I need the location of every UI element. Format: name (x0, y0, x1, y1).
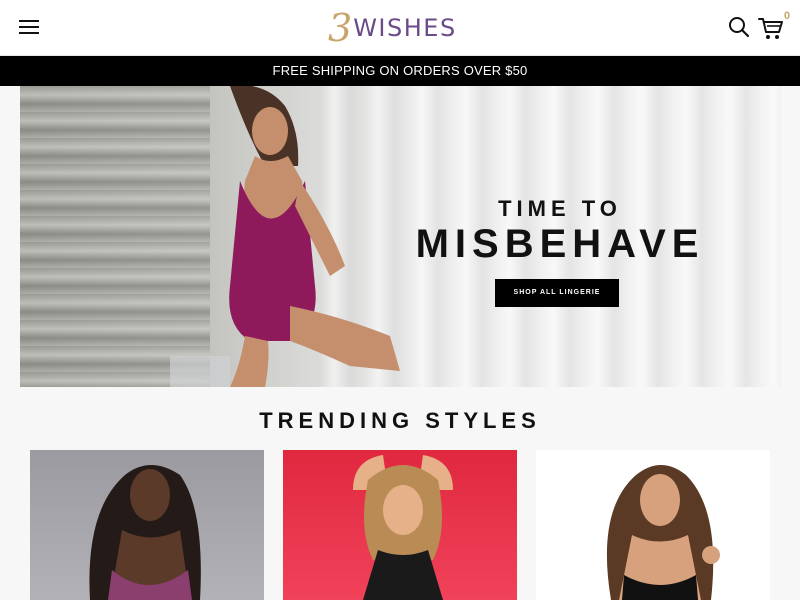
product-image-3 (606, 465, 720, 600)
shop-all-lingerie-button[interactable]: SHOP ALL LINGERIE (495, 279, 619, 307)
search-icon (729, 17, 750, 38)
hero-model-image (170, 86, 400, 387)
logo-mark: 3 (328, 6, 353, 50)
hero-heading-small: TIME TO (498, 196, 622, 221)
promo-banner[interactable]: FREE SHIPPING ON ORDERS OVER $50 (0, 56, 800, 86)
trending-product-card-1[interactable] (30, 450, 264, 600)
hamburger-menu-icon (19, 20, 39, 22)
promo-text: FREE SHIPPING ON ORDERS OVER $50 (272, 63, 528, 78)
site-header: 3 WISHES 0 (0, 0, 800, 56)
trending-product-card-3[interactable] (536, 450, 770, 600)
trending-styles-heading: TRENDING STYLES (259, 408, 541, 433)
menu-button[interactable] (18, 16, 42, 38)
trending-product-card-2[interactable] (283, 450, 517, 600)
logo-text: WISHES (353, 14, 457, 42)
site-logo[interactable]: 3 WISHES (328, 8, 472, 48)
product-image-1 (89, 465, 201, 600)
product-image-2 (353, 455, 453, 600)
shopping-cart-icon (758, 18, 783, 39)
hero-heading-big: MISBEHAVE (415, 222, 705, 266)
cart-count-badge: 0 (784, 10, 791, 22)
search-button[interactable] (728, 16, 750, 38)
hero-banner[interactable]: TIME TO MISBEHAVE SHOP ALL LINGERIE (20, 86, 781, 387)
cart-button[interactable] (757, 14, 785, 42)
